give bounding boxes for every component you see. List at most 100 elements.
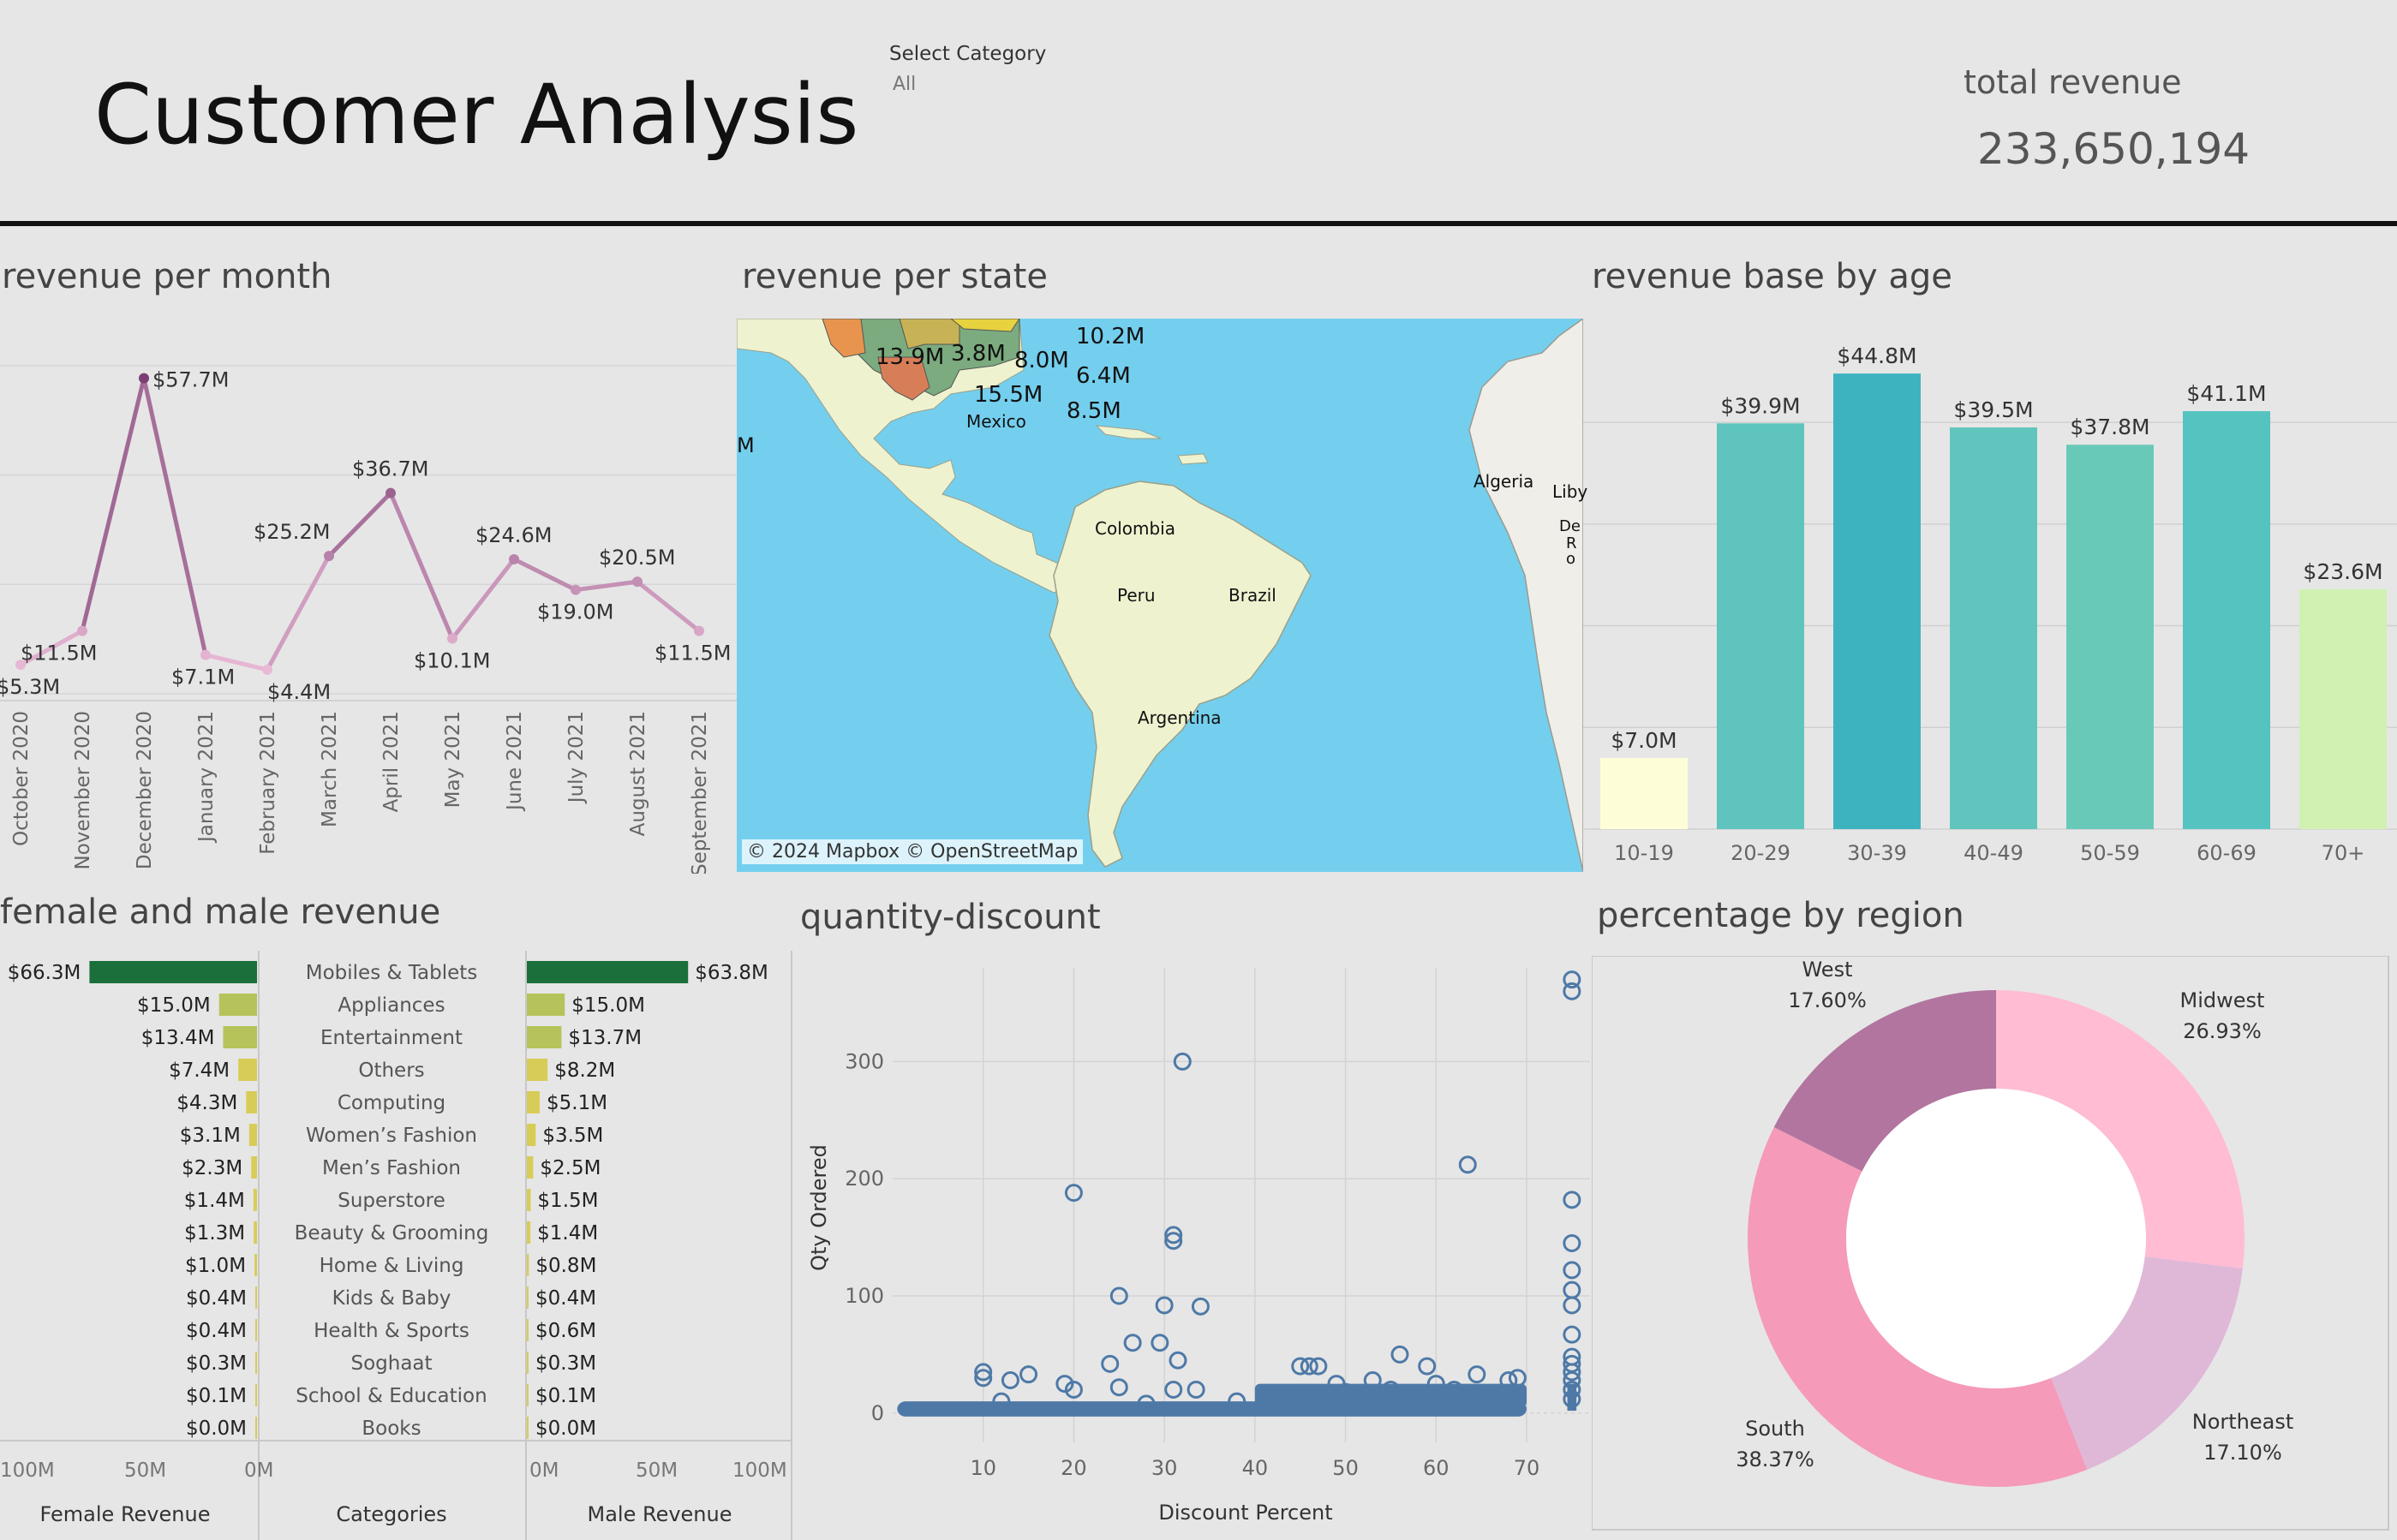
scatter-point <box>1101 1354 1120 1373</box>
male-label: $0.1M <box>535 1385 596 1407</box>
age-bar <box>1717 423 1804 829</box>
x-tick-label: 10-19 <box>1614 841 1674 865</box>
map-label: M <box>737 433 755 457</box>
female-label: $1.0M <box>185 1255 246 1277</box>
slice-category-label: Northeast <box>2192 1410 2294 1434</box>
data-label: $25.2M <box>254 520 330 544</box>
line-point <box>139 373 149 384</box>
category-label: Books <box>362 1418 421 1440</box>
female-label: $66.3M <box>8 962 81 984</box>
line-segment <box>265 553 332 672</box>
male-label: $63.8M <box>695 962 768 984</box>
y-tick-label: 200 <box>845 1167 884 1191</box>
data-label: $20.5M <box>599 546 675 570</box>
scatter-point <box>1563 1296 1581 1315</box>
scatter-point <box>1508 1369 1527 1388</box>
category-label: Health & Sports <box>314 1320 469 1342</box>
data-label: $10.1M <box>414 649 490 673</box>
category-label: Superstore <box>338 1190 445 1212</box>
x-tick-label: 30 <box>1151 1456 1178 1480</box>
line-point <box>77 625 87 636</box>
scatter-point <box>1001 1371 1019 1390</box>
age-bar <box>1833 373 1921 829</box>
female-label: $1.3M <box>184 1222 245 1245</box>
slice-value-label: 38.37% <box>1736 1447 1814 1471</box>
data-label: $39.9M <box>1720 393 1800 418</box>
category-filter-select[interactable]: All <box>893 74 916 95</box>
scatter-point <box>1458 1155 1477 1174</box>
x-tick-label: 100M <box>732 1459 787 1482</box>
scatter-point <box>1563 1233 1581 1252</box>
male-bar <box>527 1417 529 1439</box>
data-label: $23.6M <box>2303 559 2382 584</box>
line-point <box>200 649 211 660</box>
female-label: $13.4M <box>141 1027 215 1049</box>
male-bar <box>527 1026 562 1048</box>
slice-value-label: 17.60% <box>1788 988 1867 1012</box>
revenue-by-age-title: revenue base by age <box>1592 257 1952 296</box>
x-tick-label: February 2021 <box>257 711 279 855</box>
x-tick-label: April 2021 <box>380 711 403 812</box>
data-label: $39.5M <box>1953 397 2033 422</box>
female-bar <box>255 1319 257 1341</box>
female-bar <box>255 1352 257 1374</box>
map-label: De <box>1559 517 1581 535</box>
scatter-point <box>1563 982 1581 1000</box>
axis-title: Categories <box>336 1502 446 1526</box>
data-label: $24.6M <box>475 523 552 547</box>
x-tick-label: 40 <box>1242 1456 1269 1480</box>
map-label: 8.5M <box>1067 398 1121 424</box>
female-label: $0.0M <box>186 1418 247 1440</box>
line-point <box>632 576 643 588</box>
male-bar <box>527 1221 531 1244</box>
age-bar <box>2299 588 2387 829</box>
male-label: $5.1M <box>547 1092 607 1114</box>
data-label: $41.1M <box>2186 381 2266 406</box>
total-revenue-value: 233,650,194 <box>1977 124 2251 174</box>
female-label: $1.4M <box>184 1190 245 1212</box>
line-point <box>509 553 519 564</box>
data-label: $57.7M <box>152 368 229 392</box>
male-bar <box>527 1124 536 1146</box>
scatter-point <box>1467 1365 1486 1384</box>
female-bar <box>254 1254 257 1276</box>
quantity-discount-chart: 10 20 30 40 50 60 70 0 100 200 300 Discount Percent… <box>807 968 1590 1525</box>
female-label: $3.1M <box>180 1125 241 1147</box>
line-point <box>324 551 334 562</box>
data-label: $11.5M <box>21 642 97 666</box>
age-bar <box>1600 757 1688 829</box>
data-label: $44.8M <box>1837 343 1916 368</box>
region-donut-chart: Midwest 26.93% Northeast 17.10% South 38.37% W… <box>1592 956 2389 1531</box>
total-revenue-label: total revenue <box>1964 63 2182 101</box>
map-label: Argentina <box>1138 707 1222 728</box>
x-tick-label: 0M <box>244 1459 273 1482</box>
category-label: Others <box>358 1059 424 1082</box>
x-tick-label: October 2020 <box>10 711 33 846</box>
x-tick-label: July 2021 <box>565 711 588 804</box>
axis-title: Male Revenue <box>588 1502 732 1526</box>
x-tick-label: 70 <box>1514 1456 1540 1480</box>
quantity-discount-title: quantity-discount <box>800 898 1101 937</box>
category-label: School & Education <box>296 1385 487 1407</box>
age-bar <box>2066 445 2154 829</box>
female-label: $0.4M <box>186 1287 247 1310</box>
male-label: $13.7M <box>568 1027 642 1049</box>
slice-category-label: West <box>1802 958 1852 982</box>
scatter-point <box>1563 1191 1581 1209</box>
map-label: 6.4M <box>1076 363 1131 389</box>
female-label: $0.1M <box>186 1385 247 1407</box>
x-tick-label: 50 <box>1332 1456 1359 1480</box>
female-bar <box>246 1091 257 1113</box>
x-tick-label: 50M <box>124 1459 166 1482</box>
male-label: $15.0M <box>571 994 645 1017</box>
x-axis-title: Discount Percent <box>1158 1501 1332 1525</box>
scatter-point <box>1164 1380 1183 1399</box>
x-tick-label: 50-59 <box>2080 841 2140 865</box>
x-tick-label: 40-49 <box>1964 841 2023 865</box>
x-tick-label: 0M <box>529 1459 559 1482</box>
category-label: Beauty & Grooming <box>295 1222 489 1245</box>
data-label: $36.7M <box>352 457 428 481</box>
x-tick-label: 70+ <box>2322 841 2365 865</box>
scatter-point <box>1418 1357 1437 1376</box>
male-bar <box>527 1286 529 1309</box>
